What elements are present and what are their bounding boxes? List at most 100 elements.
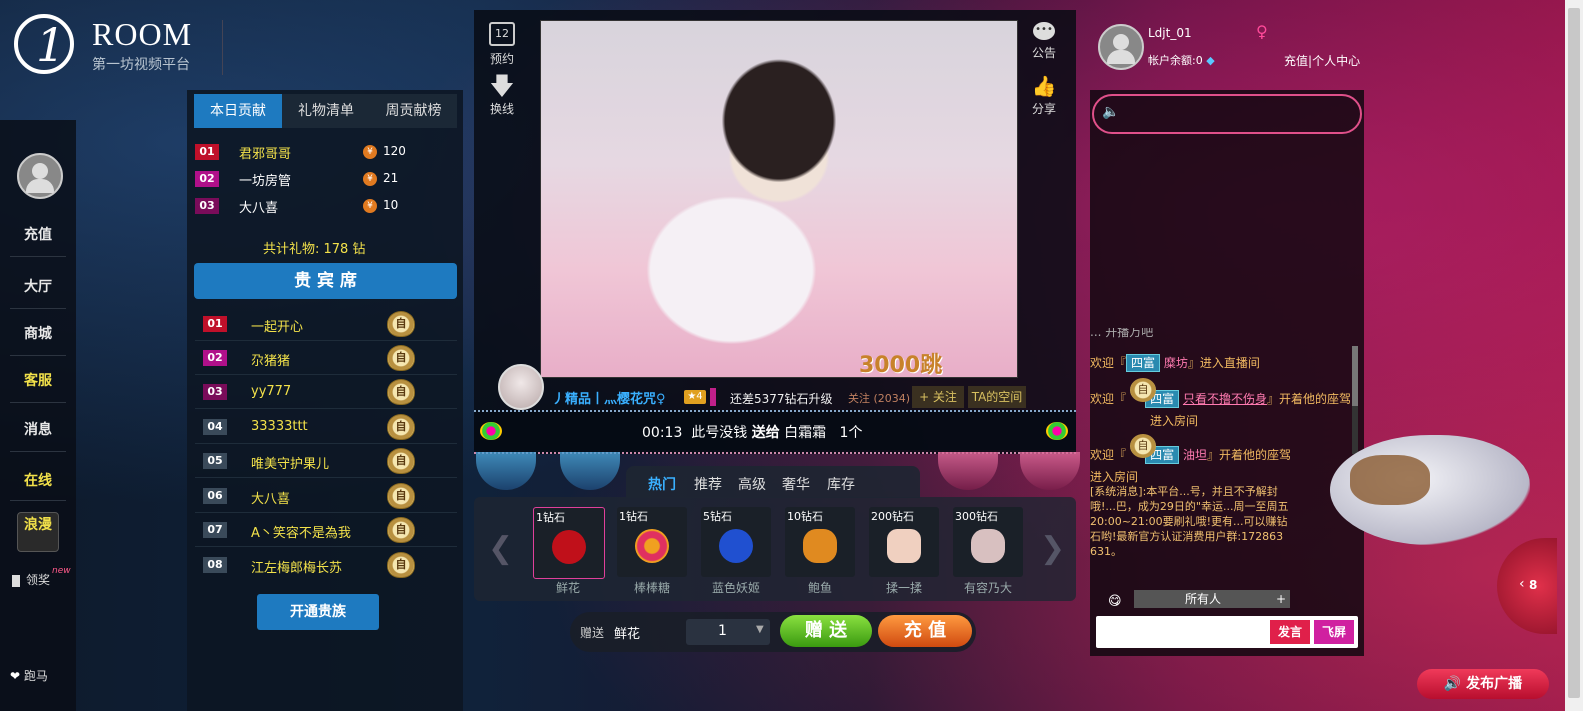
announcement-bar: 🔈 [1092,94,1362,134]
publish-broadcast-button[interactable]: 🔊 发布广播 [1417,669,1549,699]
brand-name: ROOM [92,16,193,52]
tab-weekly[interactable]: 周贡献榜 [370,94,457,128]
gift-name: 揉一揉 [885,581,922,595]
horse-race-button[interactable]: ❤ 跑马 [10,667,48,684]
tab-daily[interactable]: 本日贡献 [194,94,282,128]
selected-gift-name: 鲜花 [614,627,641,642]
gift-tab-hot[interactable]: 热门 [648,474,676,494]
chevron-down-icon: ▼ [756,624,764,635]
host-name[interactable]: 丿精品丨灬樱花咒♀ [552,388,666,407]
gift-item-inclusive[interactable]: 300钻石 [953,507,1023,577]
noble-badge-icon: 自 [1130,378,1156,402]
audience-select[interactable]: 所有人 [1134,590,1272,608]
host-space-button[interactable]: TA的空间 [968,386,1026,408]
bookmark-icon [12,574,20,587]
gift-next-arrow[interactable]: ❯ [1040,531,1065,566]
vip-row[interactable]: 06 大八喜 自 [195,480,457,513]
chat-cut-line: ... 开播万吧 [1090,328,1154,338]
follow-button[interactable]: + 关注 [912,386,964,408]
noble-badge-icon: 自 [387,311,415,337]
gift-tab-recommend[interactable]: 推荐 [694,474,722,494]
vip-row[interactable]: 07 A丶笑容不是為我 自 [195,514,457,547]
user-name: Ldjt_01 [1148,26,1192,40]
share-button[interactable]: 👍 分享 [1024,74,1064,117]
notice-button[interactable]: ••• 公告 [1024,22,1064,61]
gift-item-flower[interactable]: 1钻石 [533,507,605,579]
gift-item-rub[interactable]: 200钻石 [869,507,939,577]
rank-number: 02 [195,171,219,187]
gift-tab-premium[interactable]: 高级 [738,474,766,494]
sidebar-item-recharge[interactable]: 充值 [0,224,76,244]
notice-label: 公告 [1031,46,1056,60]
sidebar-item-mall[interactable]: 商城 [0,323,76,343]
tab-gift-list[interactable]: 礼物清单 [282,94,370,128]
host-avatar[interactable] [498,364,544,410]
contributor-name[interactable]: 君邪哥哥 [239,143,291,162]
chat-line: 欢迎『 四富 糜坊』进入直播间 [1090,354,1260,372]
switch-line-label: 换线 [489,102,514,116]
page-scrollbar[interactable] [1565,0,1583,711]
logo-numeral: 1 [36,18,66,72]
rank-number: 08 [203,557,227,573]
vip-row[interactable]: 05 唯美守护果儿 自 [195,445,457,478]
decorative-seat [938,452,998,490]
contribution-value: 10 [383,198,399,212]
recharge-button[interactable]: 充 值 [878,615,972,647]
gift-item-lollipop[interactable]: 1钻石 [617,507,687,577]
noble-badge-icon: 自 [387,379,415,405]
sidebar-claim[interactable]: 领奖 [12,571,50,588]
noble-badge-icon: 自 [387,483,415,509]
gift-tab-luxury[interactable]: 奢华 [782,474,810,494]
system-message: [系统消息]:本平台...号，并且不予解封哦!...巴，成为29日的"幸运...… [1090,485,1289,558]
reserve-button[interactable]: 12 预约 [482,22,522,67]
sidebar-item-service[interactable]: 客服 [0,370,76,390]
vip-row[interactable]: 01 一起开心 自 [195,308,457,341]
send-gift-button[interactable]: 赠 送 [780,615,872,647]
heart-icon: ❤ [10,669,21,683]
emoji-icon[interactable]: 😋 [1108,594,1122,609]
gift-name: 鲍鱼 [807,581,832,595]
account-balance: 帐户余额:0 ◆ [1148,54,1215,67]
female-icon: ♀ [1256,22,1268,41]
gift-item-blue-rose[interactable]: 5钻石 [701,507,771,577]
vip-row[interactable]: 08 江左梅郎梅长苏 自 [195,549,457,581]
sidebar-item-online[interactable]: 在线 [0,470,76,490]
vip-name: 尕猪猪 [251,354,291,369]
side-count: 8 [1529,578,1538,592]
contribution-value: 21 [383,171,399,185]
live-video[interactable]: 3000跳 [540,20,1018,378]
gift-tab-inventory[interactable]: 库存 [827,474,855,494]
chat-send-button[interactable]: 发言 [1270,620,1310,644]
new-badge: new [52,566,71,576]
sidebar-avatar[interactable] [17,153,63,199]
vip-name: 唯美守护果儿 [251,457,330,472]
rose-icon [552,530,586,564]
thumbs-up-icon: 👍 [1031,74,1057,98]
open-noble-button[interactable]: 开通贵族 [257,594,379,630]
rank-number: 01 [195,144,219,160]
audience-add-button[interactable]: + [1272,590,1290,608]
total-gifts: 共计礼物: 178 钻 [263,242,366,257]
user-avatar[interactable] [1098,24,1144,70]
sidebar-item-messages[interactable]: 消息 [0,419,76,439]
balloon-icon [480,422,502,440]
user-recharge-link[interactable]: 充值 [1284,54,1308,68]
contributor-name[interactable]: 大八喜 [239,197,278,216]
quantity-select[interactable]: 1 ▼ [686,619,770,645]
rank-number: 06 [203,488,227,504]
vip-row[interactable]: 03 yy777 自 [195,376,457,409]
sidebar-item-romance[interactable]: 浪漫 [17,512,59,552]
gift-name: 棒棒糖 [633,581,670,595]
contributor-name[interactable]: 一坊房管 [239,170,291,189]
vip-row[interactable]: 04 33333ttt 自 [195,411,457,444]
sidebar-item-hall[interactable]: 大厅 [0,276,76,296]
switch-line-button[interactable]: 🡇 换线 [482,74,522,117]
gift-item-abalone[interactable]: 10钻石 [785,507,855,577]
brand-subtitle: 第一坊视频平台 [92,57,190,73]
chevron-left-icon: ‹ [1519,576,1525,592]
vip-name: yy777 [251,384,292,399]
gift-prev-arrow[interactable]: ❮ [488,531,513,566]
fly-screen-button[interactable]: 飞屏 [1314,620,1354,644]
vip-row[interactable]: 02 尕猪猪 自 [195,342,457,375]
personal-center-link[interactable]: 个人中心 [1312,54,1360,68]
